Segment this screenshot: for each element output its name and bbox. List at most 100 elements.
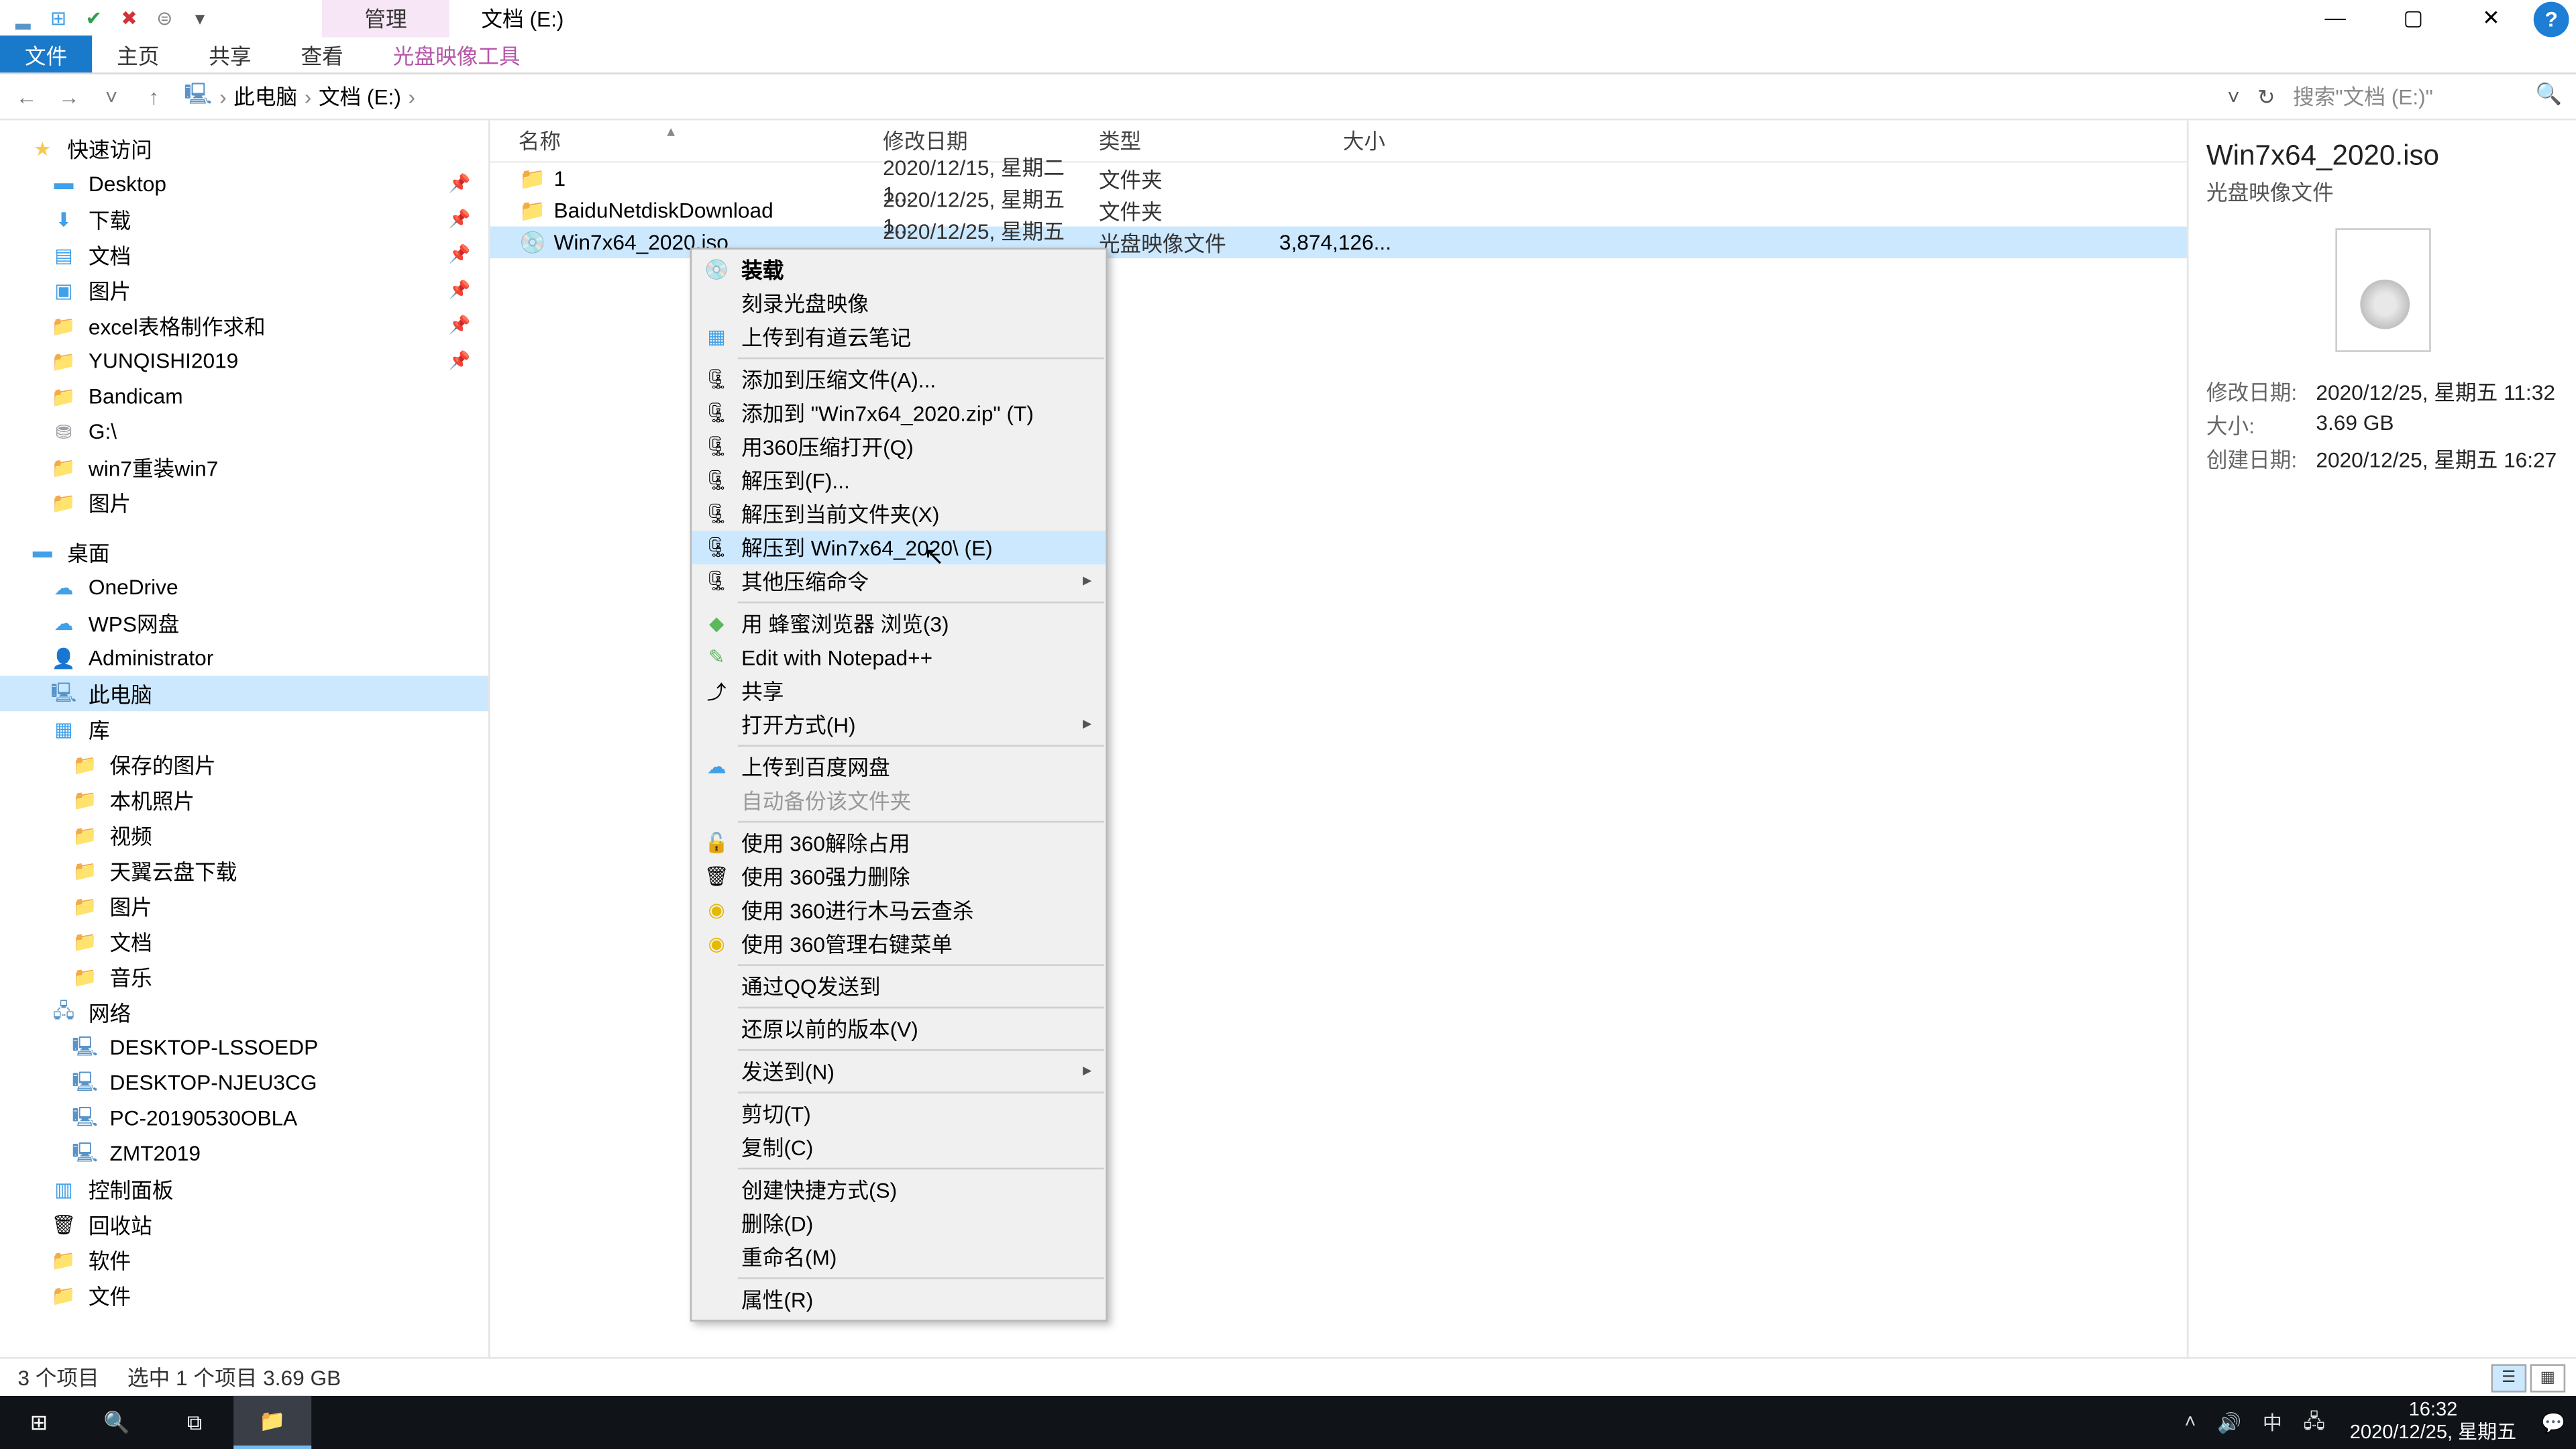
view-details-button[interactable]: ☰ [2491, 1363, 2526, 1391]
qat-check-icon[interactable]: ✔ [78, 3, 109, 32]
tree-this-pc[interactable]: 🖳此电脑 [0, 676, 488, 711]
ctx-baidu-upload[interactable]: ☁上传到百度网盘 [692, 750, 1106, 784]
tree-g-drive[interactable]: ⛃G:\ [0, 414, 488, 449]
ctx-restore-previous[interactable]: 还原以前的版本(V) [692, 1012, 1106, 1046]
taskbar-explorer[interactable]: 📁 [233, 1396, 311, 1449]
ctx-open-with[interactable]: 打开方式(H)▸ [692, 708, 1106, 741]
ctx-360-manage-menu[interactable]: ◉使用 360管理右键菜单 [692, 927, 1106, 961]
tree-pc1[interactable]: 🖳DESKTOP-LSSOEDP [0, 1030, 488, 1065]
breadcrumb-drive[interactable]: 文档 (E:) [319, 81, 401, 111]
view-icons-button[interactable]: ▦ [2530, 1363, 2565, 1391]
ctx-copy[interactable]: 复制(C) [692, 1130, 1106, 1164]
refresh-button[interactable]: ↻ [2251, 84, 2283, 109]
tray-notifications[interactable]: 💬 [2530, 1411, 2576, 1434]
qat-app-icon[interactable]: ▂ [7, 3, 39, 32]
tree-yunqishi[interactable]: 📁YUNQISHI2019📌 [0, 343, 488, 379]
tree-control-panel[interactable]: ▥控制面板 [0, 1171, 488, 1207]
ctx-delete[interactable]: 删除(D) [692, 1207, 1106, 1240]
tree-downloads[interactable]: ⬇下载📌 [0, 202, 488, 237]
close-button[interactable]: ✕ [2452, 0, 2530, 36]
tree-network[interactable]: 🖧网络 [0, 994, 488, 1030]
qat-save-icon[interactable]: ⊞ [42, 3, 74, 32]
ctx-add-archive[interactable]: 🗜添加到压缩文件(A)... [692, 363, 1106, 396]
nav-up-button[interactable]: ↑ [134, 84, 173, 109]
tree-files[interactable]: 📁文件 [0, 1277, 488, 1313]
ctx-properties[interactable]: 属性(R) [692, 1283, 1106, 1316]
tree-software[interactable]: 📁软件 [0, 1242, 488, 1277]
tree-libraries[interactable]: ▦库 [0, 711, 488, 747]
ctx-extract-here[interactable]: 🗜解压到当前文件夹(X) [692, 497, 1106, 531]
start-button[interactable]: ⊞ [0, 1396, 78, 1449]
tree-quick-access[interactable]: ★快速访问 [0, 131, 488, 166]
tree-documents[interactable]: ▤文档📌 [0, 237, 488, 272]
qat-dropdown-icon[interactable]: ▾ [184, 3, 215, 32]
maximize-button[interactable]: ▢ [2374, 0, 2452, 36]
ctx-open-360zip[interactable]: 🗜用360压缩打开(Q) [692, 430, 1106, 464]
ctx-burn[interactable]: 刻录光盘映像 [692, 286, 1106, 320]
tree-pictures[interactable]: ▣图片📌 [0, 272, 488, 308]
tree-videos[interactable]: 📁视频 [0, 817, 488, 853]
tree-pictures-3[interactable]: 📁图片 [0, 888, 488, 924]
tree-music[interactable]: 📁音乐 [0, 959, 488, 994]
ctx-browser[interactable]: ◆用 蜂蜜浏览器 浏览(3) [692, 607, 1106, 641]
ctx-360-force-delete[interactable]: 🗑使用 360强力删除 [692, 860, 1106, 894]
nav-forward-button[interactable]: → [50, 84, 89, 109]
ctx-send-to[interactable]: 发送到(N)▸ [692, 1055, 1106, 1088]
tray-volume[interactable]: 🔊 [2206, 1411, 2252, 1434]
help-button[interactable]: ? [2534, 2, 2569, 38]
search-input[interactable]: 搜索"文档 (E:)" 🔍 [2286, 81, 2569, 111]
tree-pc4[interactable]: 🖳ZMT2019 [0, 1136, 488, 1171]
search-button[interactable]: 🔍 [78, 1396, 156, 1449]
tree-saved-pictures[interactable]: 📁保存的图片 [0, 747, 488, 782]
tree-pc2[interactable]: 🖳DESKTOP-NJEU3CG [0, 1065, 488, 1101]
tree-pictures-2[interactable]: 📁图片 [0, 485, 488, 521]
chevron-right-icon[interactable]: › [219, 84, 227, 109]
tree-desktop[interactable]: ▬Desktop📌 [0, 166, 488, 202]
tree-onedrive[interactable]: ☁OneDrive [0, 570, 488, 605]
ctx-mount[interactable]: 💿装载 [692, 253, 1106, 286]
tray-overflow[interactable]: ˄ [2174, 1412, 2207, 1434]
file-row[interactable]: 📁1 2020/12/15, 星期二 1... 文件夹 [490, 163, 2187, 195]
file-row[interactable]: 📁BaiduNetdiskDownload 2020/12/25, 星期五 1.… [490, 195, 2187, 226]
ctx-360-trojan-scan[interactable]: ◉使用 360进行木马云查杀 [692, 894, 1106, 927]
header-type[interactable]: 类型 [1099, 125, 1279, 156]
chevron-right-icon[interactable]: › [408, 84, 415, 109]
tree-win7-folder[interactable]: 📁win7重装win7 [0, 449, 488, 485]
ctx-extract-to[interactable]: 🗜解压到(F)... [692, 464, 1106, 497]
ctx-360-unlock[interactable]: 🔓使用 360解除占用 [692, 826, 1106, 860]
navigation-tree[interactable]: ★快速访问 ▬Desktop📌 ⬇下载📌 ▤文档📌 ▣图片📌 📁excel表格制… [0, 120, 490, 1358]
ctx-notepadpp[interactable]: ✎Edit with Notepad++ [692, 641, 1106, 674]
ribbon-tab-share[interactable]: 共享 [184, 36, 276, 72]
header-name[interactable]: 名称▴ [490, 125, 883, 156]
ctx-extract-folder[interactable]: 🗜解压到 Win7x64_2020\ (E) [692, 531, 1106, 564]
ctx-youdao[interactable]: ▦上传到有道云笔记 [692, 320, 1106, 354]
tree-bandicam[interactable]: 📁Bandicam [0, 378, 488, 414]
tray-ime[interactable]: 中 [2252, 1408, 2293, 1436]
breadcrumb-this-pc[interactable]: 此电脑 [233, 81, 297, 111]
ribbon-tab-view[interactable]: 查看 [276, 36, 368, 72]
tree-recycle-bin[interactable]: 🗑回收站 [0, 1207, 488, 1242]
tray-clock[interactable]: 16:32 2020/12/25, 星期五 [2336, 1396, 2531, 1449]
ctx-create-shortcut[interactable]: 创建快捷方式(S) [692, 1173, 1106, 1207]
search-icon[interactable]: 🔍 [2536, 81, 2562, 106]
nav-history-dropdown[interactable]: ˅ [92, 84, 131, 109]
tree-desktop-2[interactable]: ▬桌面 [0, 534, 488, 570]
tree-excel-folder[interactable]: 📁excel表格制作求和📌 [0, 308, 488, 343]
tree-tianyi[interactable]: 📁天翼云盘下载 [0, 853, 488, 888]
task-view-button[interactable]: ⧉ [156, 1396, 233, 1449]
tree-documents-2[interactable]: 📁文档 [0, 924, 488, 959]
nav-back-button[interactable]: ← [7, 84, 46, 109]
header-size[interactable]: 大小 [1279, 125, 1403, 156]
tree-admin[interactable]: 👤Administrator [0, 641, 488, 676]
qat-delete-icon[interactable]: ✖ [113, 3, 145, 32]
tree-local-photos[interactable]: 📁本机照片 [0, 782, 488, 818]
ribbon-tab-iso-tools[interactable]: 光盘映像工具 [368, 36, 545, 72]
ctx-qq-send[interactable]: 通过QQ发送到 [692, 969, 1106, 1003]
qat-item-icon[interactable]: ⊜ [149, 3, 180, 32]
tree-pc3[interactable]: 🖳PC-20190530OBLA [0, 1100, 488, 1136]
ribbon-tab-file[interactable]: 文件 [0, 36, 92, 72]
tree-wps[interactable]: ☁WPS网盘 [0, 605, 488, 641]
breadcrumb[interactable]: 🖳 › 此电脑 › 文档 (E:) › [177, 78, 2217, 115]
ribbon-tab-home[interactable]: 主页 [92, 36, 184, 72]
ctx-rename[interactable]: 重命名(M) [692, 1240, 1106, 1274]
